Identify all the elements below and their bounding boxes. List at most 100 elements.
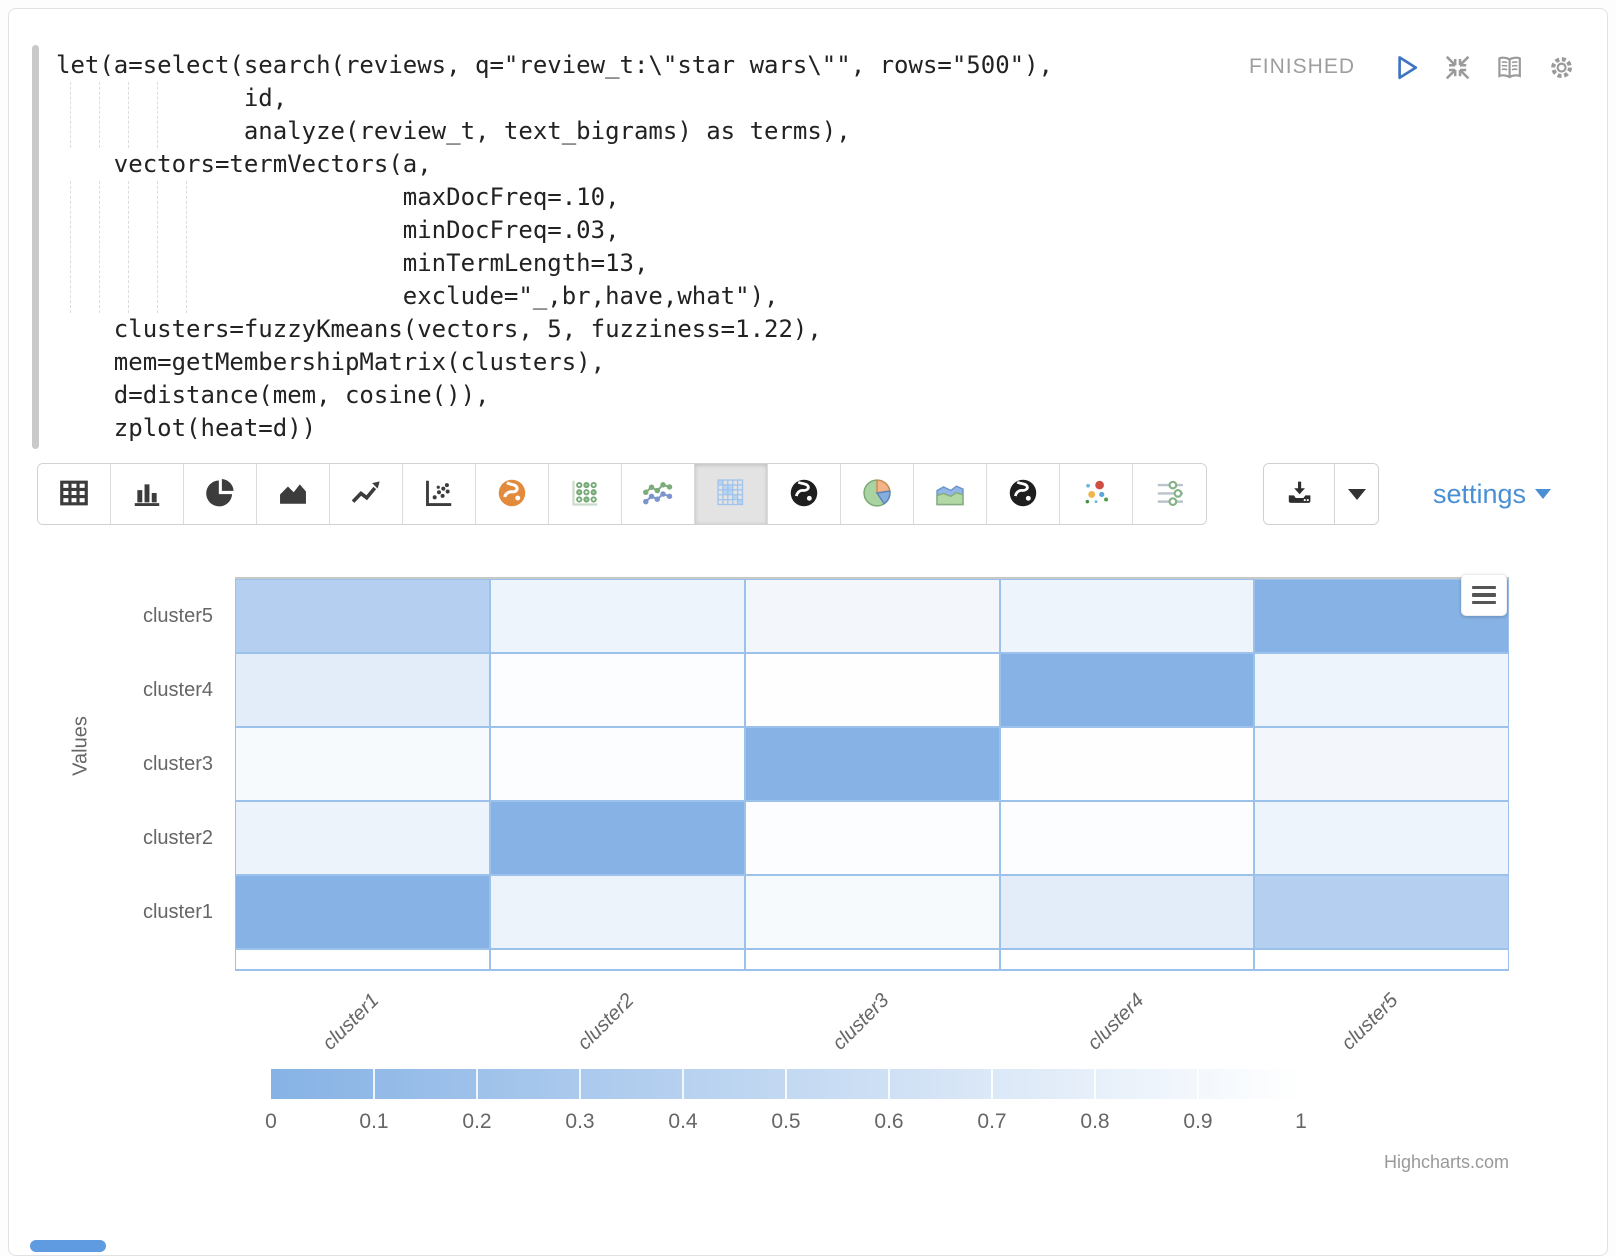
heatmap-plot-area	[235, 577, 1509, 971]
plot-bottom-strip	[1255, 950, 1508, 969]
color-axis-tick-label: 0.7	[952, 1110, 1032, 1134]
code-line: mem=getMembershipMatrix(clusters),	[56, 346, 1053, 379]
chart-toolbar: settings	[37, 461, 1551, 527]
code-line: zplot(heat=d))	[56, 412, 1053, 445]
color-axis-tick	[682, 1069, 684, 1099]
scatter-matrix-icon	[567, 475, 603, 514]
paragraph-card: let(a=select(search(reviews, q="review_t…	[8, 8, 1608, 1256]
chart-type-scatter-matrix-button[interactable]	[549, 464, 622, 524]
download-icon	[1284, 478, 1314, 511]
scatter-plot-icon	[421, 475, 457, 514]
heatmap-cell-cluster2-cluster2[interactable]	[491, 802, 744, 874]
bubble-chart-icon	[1078, 475, 1114, 514]
heatmap-cell-cluster2-cluster4[interactable]	[1001, 802, 1253, 874]
color-axis-tick	[476, 1069, 478, 1099]
paragraph-controls: FINISHED	[1249, 51, 1577, 83]
heatmap-cell-cluster2-cluster3[interactable]	[746, 802, 999, 874]
color-axis-tick	[1094, 1069, 1096, 1099]
pie-chart-icon	[202, 475, 238, 514]
chart-type-globe-dark-2-button[interactable]	[987, 464, 1060, 524]
multi-line-chart-icon	[640, 475, 676, 514]
heatmap-cell-cluster1-cluster1[interactable]	[236, 876, 489, 948]
chart-type-globe-dark-button[interactable]	[768, 464, 841, 524]
chart-context-menu-button[interactable]	[1461, 574, 1507, 616]
color-axis-tick	[1197, 1069, 1199, 1099]
code-block[interactable]: let(a=select(search(reviews, q="review_t…	[56, 49, 1053, 445]
chart-type-slider-levels-button[interactable]	[1133, 464, 1206, 524]
color-axis-tick-label: 0.2	[437, 1110, 517, 1134]
plot-top-border	[235, 577, 1509, 579]
heatmap-cell-cluster2-cluster5[interactable]	[1255, 802, 1508, 874]
heatmap-cell-cluster4-cluster1[interactable]	[236, 654, 489, 726]
plot-bottom-strip	[1001, 950, 1253, 969]
bar-chart-icon	[129, 475, 165, 514]
color-axis-tick-label: 0	[231, 1110, 311, 1134]
editor-scrollbar[interactable]	[32, 45, 39, 449]
heatmap-cell-cluster5-cluster3[interactable]	[746, 580, 999, 652]
heatmap-cell-cluster3-cluster1[interactable]	[236, 728, 489, 800]
x-axis-label-cluster3: cluster3	[829, 989, 895, 1055]
plot-bottom-strip	[236, 950, 489, 969]
book-icon[interactable]	[1493, 51, 1525, 83]
heatmap-cell-cluster4-cluster3[interactable]	[746, 654, 999, 726]
table-icon	[56, 475, 92, 514]
heatmap-cell-cluster5-cluster4[interactable]	[1001, 580, 1253, 652]
heatmap-cell-cluster5-cluster2[interactable]	[491, 580, 744, 652]
color-axis-tick-label: 1	[1261, 1110, 1341, 1134]
code-line: let(a=select(search(reviews, q="review_t…	[56, 49, 1053, 82]
heatmap-cell-cluster1-cluster3[interactable]	[746, 876, 999, 948]
heatmap-cell-cluster4-cluster2[interactable]	[491, 654, 744, 726]
chart-type-area-chart-button[interactable]	[257, 464, 330, 524]
chart-type-group	[37, 463, 1207, 525]
heatmap-cell-cluster3-cluster2[interactable]	[491, 728, 744, 800]
chart-type-map-globe-orange-button[interactable]	[476, 464, 549, 524]
color-axis-tick	[579, 1069, 581, 1099]
heatmap-cell-cluster1-cluster4[interactable]	[1001, 876, 1253, 948]
chart-type-bar-chart-button[interactable]	[111, 464, 184, 524]
download-button[interactable]	[1264, 464, 1334, 524]
horizontal-scrollbar-thumb[interactable]	[30, 1240, 106, 1252]
heatmap-cell-cluster1-cluster2[interactable]	[491, 876, 744, 948]
heatmap-icon	[713, 475, 749, 514]
heatmap-cell-cluster4-cluster4[interactable]	[1001, 654, 1253, 726]
compress-icon[interactable]	[1441, 51, 1473, 83]
heatmap-cell-cluster3-cluster3[interactable]	[746, 728, 999, 800]
highcharts-credits[interactable]: Highcharts.com	[1384, 1152, 1509, 1173]
plot-bottom-strip	[491, 950, 744, 969]
heatmap-cell-cluster2-cluster1[interactable]	[236, 802, 489, 874]
chart-type-pie-chart-button[interactable]	[184, 464, 257, 524]
color-axis-tick	[785, 1069, 787, 1099]
heatmap-cell-cluster5-cluster1[interactable]	[236, 580, 489, 652]
code-line: maxDocFreq=.10,	[56, 181, 1053, 214]
chart-type-multi-line-chart-button[interactable]	[622, 464, 695, 524]
settings-button[interactable]: settings	[1433, 479, 1551, 510]
heatmap-cell-cluster1-cluster5[interactable]	[1255, 876, 1508, 948]
heatmap-cell-cluster3-cluster4[interactable]	[1001, 728, 1253, 800]
color-axis-tick	[888, 1069, 890, 1099]
chart-type-bubble-chart-button[interactable]	[1060, 464, 1133, 524]
chart-type-heatmap-button[interactable]	[695, 464, 768, 524]
chart-type-area-chart-pastel-button[interactable]	[914, 464, 987, 524]
line-chart-icon	[348, 475, 384, 514]
download-dropdown-button[interactable]	[1334, 464, 1378, 524]
code-line: analyze(review_t, text_bigrams) as terms…	[56, 115, 1053, 148]
map-globe-orange-icon	[494, 475, 530, 514]
chevron-down-icon	[1535, 489, 1551, 499]
color-axis-tick-label: 0.4	[643, 1110, 723, 1134]
paragraph-control-icons	[1389, 51, 1577, 83]
code-line: minTermLength=13,	[56, 247, 1053, 280]
globe-dark-2-icon	[1005, 475, 1041, 514]
run-icon[interactable]	[1389, 51, 1421, 83]
heatmap-cell-cluster4-cluster5[interactable]	[1255, 654, 1508, 726]
gear-icon[interactable]	[1545, 51, 1577, 83]
code-line: d=distance(mem, cosine()),	[56, 379, 1053, 412]
y-axis-label-cluster4: cluster4	[9, 676, 213, 704]
chart-type-line-chart-button[interactable]	[330, 464, 403, 524]
color-axis-tick-label: 0.8	[1055, 1110, 1135, 1134]
chart-type-table-button[interactable]	[38, 464, 111, 524]
area-chart-icon	[275, 475, 311, 514]
chart-type-scatter-plot-button[interactable]	[403, 464, 476, 524]
chart-type-pie-chart-pastel-button[interactable]	[841, 464, 914, 524]
code-line: minDocFreq=.03,	[56, 214, 1053, 247]
heatmap-cell-cluster3-cluster5[interactable]	[1255, 728, 1508, 800]
